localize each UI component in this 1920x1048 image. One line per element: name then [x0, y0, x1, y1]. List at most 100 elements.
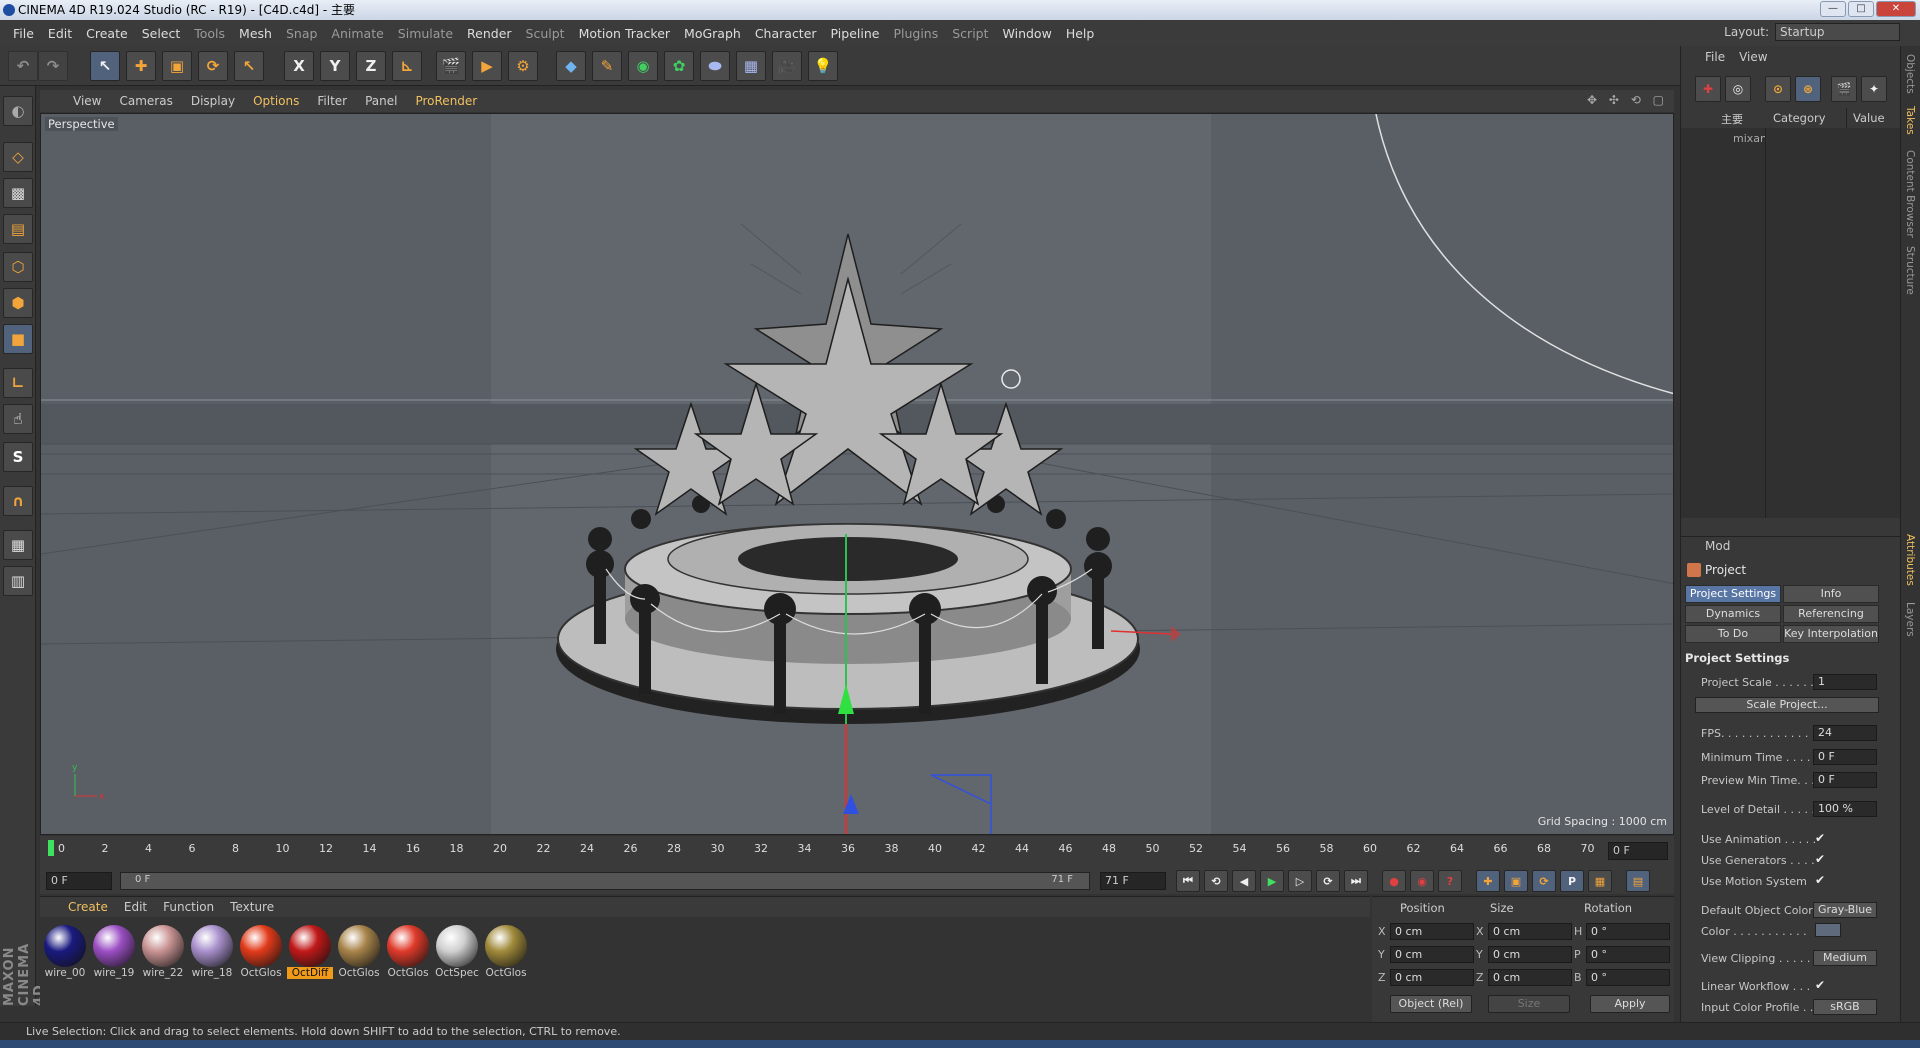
menu-help[interactable]: Help	[1059, 26, 1102, 41]
scale-project-button[interactable]: Scale Project...	[1695, 697, 1879, 713]
menu-motion-tracker[interactable]: Motion Tracker	[572, 26, 677, 41]
preview-min-time-field[interactable]: 0 F	[1813, 772, 1877, 788]
range-slider[interactable]: 0 F 71 F	[120, 872, 1090, 890]
tab-info[interactable]: Info	[1783, 585, 1879, 603]
camera-icon[interactable]: 🎥	[772, 51, 802, 81]
input-color-profile-dropdown[interactable]: sRGB	[1813, 999, 1877, 1015]
key-rotation-icon[interactable]: ⟳	[1532, 870, 1556, 892]
undo-icon[interactable]: ↶	[8, 51, 38, 81]
light-icon[interactable]: 💡	[808, 51, 838, 81]
project-scale-field[interactable]: 1	[1813, 674, 1877, 690]
pos-x-field[interactable]: 0 cm	[1390, 923, 1474, 940]
tab-to-do[interactable]: To Do	[1685, 625, 1781, 643]
edit-render-settings-icon[interactable]: ⚙	[508, 51, 538, 81]
size-z-field[interactable]: 0 cm	[1488, 969, 1572, 986]
default-object-color-dropdown[interactable]: Gray-Blue	[1813, 902, 1877, 918]
menu-character[interactable]: Character	[748, 26, 824, 41]
material-swatch[interactable]: OctSpec	[434, 925, 480, 985]
minimize-button[interactable]: —	[1820, 1, 1846, 17]
recent-tool-icon[interactable]: ↖	[234, 51, 264, 81]
viewport-nav-icons[interactable]: ✥ ✣ ⟲ ▢	[1587, 93, 1668, 107]
tab-takes[interactable]: Takes	[1904, 106, 1916, 135]
go-to-start-icon[interactable]: ⏮	[1176, 870, 1200, 892]
render-view-icon[interactable]: 🎬	[436, 51, 466, 81]
take-main-label[interactable]: 主要	[1721, 111, 1743, 127]
take-auto-icon[interactable]: ⊛	[1795, 76, 1821, 102]
take-add-icon[interactable]: ✚	[1695, 76, 1721, 102]
next-frame-icon[interactable]: ▷	[1288, 870, 1312, 892]
tab-dynamics[interactable]: Dynamics	[1685, 605, 1781, 623]
rot-p-field[interactable]: 0 °	[1586, 946, 1670, 963]
take-clone-icon[interactable]: ◎	[1725, 76, 1751, 102]
rot-h-field[interactable]: 0 °	[1586, 923, 1670, 940]
tab-attributes[interactable]: Attributes	[1904, 534, 1916, 586]
edges-mode-icon[interactable]: ⬢	[3, 288, 33, 318]
material-swatch[interactable]: wire_22	[140, 925, 186, 985]
tab-key-interpolation[interactable]: Key Interpolation	[1783, 625, 1879, 643]
menu-pipeline[interactable]: Pipeline	[824, 26, 887, 41]
viewport-menu-display[interactable]: Display	[182, 94, 244, 108]
cube-icon[interactable]: ◆	[556, 51, 586, 81]
end-frame-field[interactable]: 71 F	[1100, 872, 1166, 890]
tab-project-settings[interactable]: Project Settings	[1685, 585, 1781, 603]
lock-workplane-icon[interactable]: ▦	[3, 530, 33, 560]
material-swatch[interactable]: OctDiff	[287, 925, 333, 985]
start-frame-field[interactable]: 0 F	[46, 872, 112, 890]
points-mode-icon[interactable]: ⬡	[3, 252, 33, 282]
workplane-icon[interactable]: ▤	[3, 214, 33, 244]
redo-icon[interactable]: ↷	[38, 51, 68, 81]
material-swatch[interactable]: OctGlos	[238, 925, 284, 985]
axis-x-button[interactable]: X	[284, 51, 314, 81]
tab-content-browser[interactable]: Content Browser	[1904, 150, 1916, 238]
level-of-detail-field[interactable]: 100 %	[1813, 801, 1877, 817]
menu-render[interactable]: Render	[460, 26, 519, 41]
live-selection-icon[interactable]: ↖	[90, 51, 120, 81]
pos-y-field[interactable]: 0 cm	[1390, 946, 1474, 963]
move-icon[interactable]: ✚	[126, 51, 156, 81]
maximize-button[interactable]: □	[1848, 1, 1874, 17]
linear-workflow-checkbox[interactable]: ✔	[1815, 978, 1825, 992]
axis-mode-icon[interactable]: ∟	[3, 368, 33, 398]
texture-mode-icon[interactable]: ▩	[3, 178, 33, 208]
material-menu-function[interactable]: Function	[155, 900, 222, 914]
menu-mograph[interactable]: MoGraph	[677, 26, 748, 41]
viewport-menu-prorender[interactable]: ProRender	[406, 94, 486, 108]
menu-snap[interactable]: Snap	[279, 26, 324, 41]
layout-select[interactable]: Startup	[1775, 23, 1900, 41]
previous-key-icon[interactable]: ⟲	[1204, 870, 1228, 892]
coordinate-system-icon[interactable]: ⊾	[392, 51, 422, 81]
menu-edit[interactable]: Edit	[41, 26, 79, 41]
solo-icon[interactable]: S	[3, 442, 33, 472]
color-swatch[interactable]	[1815, 923, 1841, 937]
viewport-menu-filter[interactable]: Filter	[308, 94, 356, 108]
tab-structure[interactable]: Structure	[1904, 246, 1916, 295]
tweak-mode-icon[interactable]: ☝	[3, 404, 33, 434]
material-menu-texture[interactable]: Texture	[222, 900, 282, 914]
autokey-icon[interactable]: ◉	[1410, 870, 1434, 892]
viewport-menu-panel[interactable]: Panel	[356, 94, 406, 108]
tab-referencing[interactable]: Referencing	[1783, 605, 1879, 623]
pos-z-field[interactable]: 0 cm	[1390, 969, 1474, 986]
go-to-end-icon[interactable]: ⏭	[1344, 870, 1368, 892]
playhead[interactable]	[48, 840, 54, 856]
menu-mesh[interactable]: Mesh	[232, 26, 279, 41]
attribute-mode-menu[interactable]: Mod	[1681, 537, 1901, 555]
floor-icon[interactable]: ▦	[736, 51, 766, 81]
view-clipping-dropdown[interactable]: Medium	[1813, 950, 1877, 966]
menu-script[interactable]: Script	[945, 26, 995, 41]
use-motion-system-checkbox[interactable]: ✔	[1815, 873, 1825, 887]
menu-simulate[interactable]: Simulate	[391, 26, 460, 41]
make-editable-icon[interactable]: ◐	[3, 96, 33, 126]
tab-objects[interactable]: Objects	[1904, 54, 1916, 94]
material-swatch[interactable]: OctGlos	[385, 925, 431, 985]
record-keys-icon[interactable]: ●	[1382, 870, 1406, 892]
close-button[interactable]: ✕	[1876, 1, 1916, 17]
column-value[interactable]: Value	[1847, 108, 1901, 128]
current-frame-field[interactable]: 0 F	[1608, 842, 1668, 860]
viewport-menu-view[interactable]: View	[64, 94, 110, 108]
play-icon[interactable]: ▶	[1260, 870, 1284, 892]
spline-pen-icon[interactable]: ✎	[592, 51, 622, 81]
menu-select[interactable]: Select	[135, 26, 188, 41]
cloner-icon[interactable]: ✿	[664, 51, 694, 81]
material-menu-create[interactable]: Create	[60, 900, 116, 914]
